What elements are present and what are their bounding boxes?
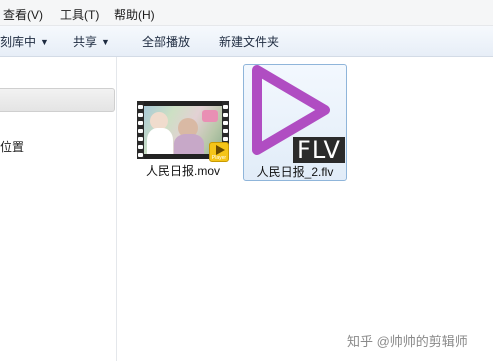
file-item-flv[interactable]: FLV 人民日报_2.flv — [243, 64, 347, 181]
include-in-library-label: 刻库中 — [0, 35, 37, 49]
share-label: 共享 — [73, 35, 98, 49]
chevron-down-icon: ▼ — [101, 37, 110, 47]
play-icon — [216, 145, 225, 155]
nav-selected-item[interactable] — [0, 88, 115, 112]
chevron-down-icon: ▼ — [40, 37, 49, 47]
file-name: 人民日报_2.flv — [256, 165, 334, 179]
menu-bar: 查看(V) 工具(T) 帮助(H) — [0, 0, 493, 26]
player-badge-label: Player — [211, 155, 227, 161]
navigation-pane[interactable]: 位置 — [0, 57, 117, 361]
player-badge-icon: Player — [209, 142, 229, 162]
menu-help[interactable]: 帮助(H) — [114, 6, 155, 23]
flv-format-label: FLV — [297, 136, 341, 164]
film-strip-left — [137, 101, 144, 159]
play-all-button[interactable]: 全部播放 — [142, 33, 190, 50]
video-thumbnail: Player — [137, 101, 229, 162]
new-folder-button[interactable]: 新建文件夹 — [219, 33, 279, 50]
command-bar: 刻库中 ▼ 共享 ▼ 全部播放 新建文件夹 — [0, 26, 493, 57]
menu-tools[interactable]: 工具(T) — [60, 6, 99, 23]
include-in-library-button[interactable]: 刻库中 ▼ — [0, 33, 49, 50]
file-item-mov[interactable]: Player 人民日报.mov — [135, 95, 231, 181]
watermark: 知乎 @帅帅的剪辑师 — [347, 334, 468, 349]
file-name: 人民日报.mov — [145, 164, 220, 178]
nav-item-location[interactable]: 位置 — [0, 138, 24, 155]
share-button[interactable]: 共享 ▼ — [73, 33, 110, 50]
menu-view[interactable]: 查看(V) — [3, 6, 43, 23]
file-list[interactable]: Player 人民日报.mov FLV 人民日报_2.flv — [118, 57, 493, 361]
flv-format-tag: FLV — [293, 137, 345, 163]
